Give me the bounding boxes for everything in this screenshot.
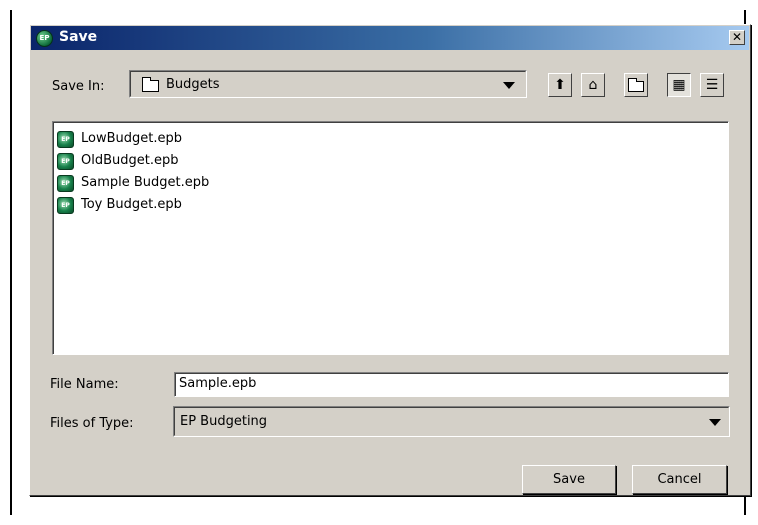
file-name: Toy Budget.epb <box>81 197 182 212</box>
dialog-title: Save <box>59 29 98 45</box>
budget-file-icon: EP <box>57 175 74 192</box>
list-view-icon: ▦ <box>672 77 686 93</box>
file-type-combo[interactable]: EP Budgeting <box>173 406 730 437</box>
list-view-button[interactable]: ▦ <box>667 73 691 97</box>
file-name: OldBudget.epb <box>81 153 179 168</box>
file-type-label: Files of Type: <box>50 416 134 431</box>
save-dialog: EP Save ✕ Save In: Budgets ⬆ ⌂ ▦ ☰ EP Lo… <box>29 24 751 496</box>
budget-file-icon: EP <box>57 153 74 170</box>
chevron-down-icon <box>709 419 721 426</box>
folder-icon <box>142 77 159 92</box>
file-list[interactable]: EP LowBudget.epb EP OldBudget.epb EP Sam… <box>52 121 729 355</box>
budget-file-icon: EP <box>57 197 74 214</box>
home-button[interactable]: ⌂ <box>581 73 605 97</box>
budget-file-icon: EP <box>57 131 74 148</box>
details-view-icon: ☰ <box>705 77 719 93</box>
title-bar[interactable]: EP Save ✕ <box>31 26 749 50</box>
file-name: LowBudget.epb <box>81 131 182 146</box>
app-icon: EP <box>36 30 53 47</box>
file-name-field[interactable]: Sample.epb <box>174 372 729 397</box>
save-button[interactable]: Save <box>522 465 616 494</box>
new-folder-icon <box>628 78 644 92</box>
current-folder: Budgets <box>166 77 220 92</box>
close-button[interactable]: ✕ <box>729 30 745 45</box>
save-in-label: Save In: <box>52 79 105 94</box>
new-folder-button[interactable] <box>624 73 648 97</box>
cancel-button[interactable]: Cancel <box>632 465 727 494</box>
file-type-value: EP Budgeting <box>180 414 268 429</box>
chevron-down-icon <box>503 82 515 89</box>
file-name-label: File Name: <box>50 377 119 392</box>
up-one-level-button[interactable]: ⬆ <box>548 73 572 97</box>
file-name: Sample Budget.epb <box>81 175 210 190</box>
up-one-level-icon: ⬆ <box>554 77 566 93</box>
save-in-combo[interactable]: Budgets <box>129 70 527 98</box>
details-view-button[interactable]: ☰ <box>700 73 724 97</box>
home-icon: ⌂ <box>588 77 598 93</box>
